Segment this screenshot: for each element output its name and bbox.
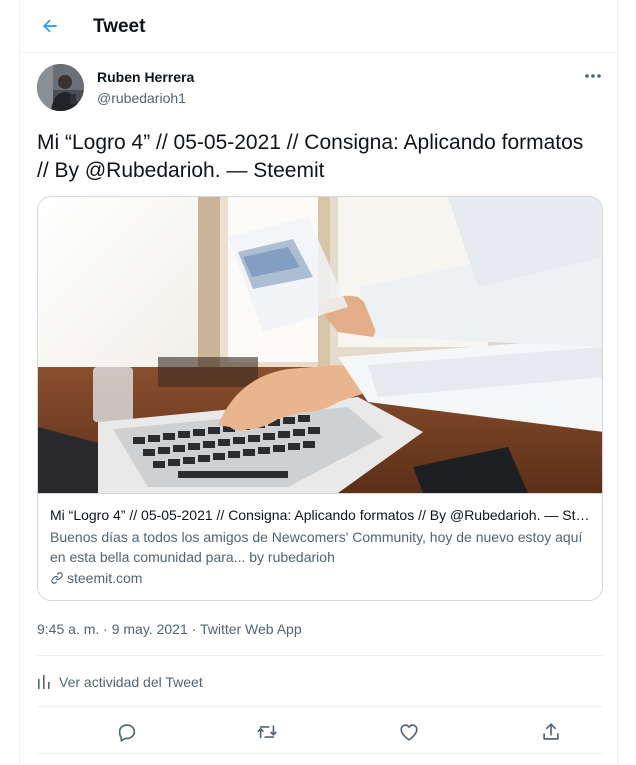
arrow-left-icon (43, 19, 57, 33)
divider (37, 706, 603, 707)
more-options-button[interactable] (582, 66, 604, 86)
tweet-column: Tweet Ruben Herrera @rubedarioh1 Mi “Log… (19, 0, 618, 765)
meta-separator: · (103, 621, 108, 637)
card-domain: steemit.com (50, 570, 142, 586)
tweet-text: Mi “Logro 4” // 05-05-2021 // Consigna: … (37, 131, 584, 182)
divider (37, 753, 603, 754)
retweet-icon (257, 725, 277, 739)
tweet-meta: 9:45 a. m. · 9 may. 2021 · Twitter Web A… (37, 621, 302, 637)
share-button[interactable] (538, 719, 564, 745)
tweet-date[interactable]: 9 may. 2021 (112, 621, 188, 637)
card-title: Mi “Logro 4” // 05-05-2021 // Consigna: … (50, 507, 590, 523)
back-button[interactable] (36, 12, 64, 40)
action-bar (37, 715, 603, 749)
page-title: Tweet (93, 16, 146, 37)
top-bar: Tweet (20, 0, 617, 53)
avatar[interactable] (37, 64, 84, 111)
link-icon (51, 572, 63, 584)
card-description: Buenos días a todos los amigos de Newcom… (50, 529, 583, 565)
view-activity-button[interactable]: Ver actividad del Tweet (37, 674, 203, 690)
tweet-time[interactable]: 9:45 a. m. (37, 621, 99, 637)
link-card[interactable]: Mi “Logro 4” // 05-05-2021 // Consigna: … (37, 196, 603, 601)
card-body: Mi “Logro 4” // 05-05-2021 // Consigna: … (38, 493, 602, 600)
card-domain-text: steemit.com (67, 570, 143, 586)
reply-icon (118, 724, 136, 742)
view-activity-label: Ver actividad del Tweet (59, 674, 203, 690)
share-icon (543, 723, 559, 740)
reply-button[interactable] (114, 719, 140, 745)
like-icon (400, 724, 418, 741)
meta-separator: · (191, 621, 197, 637)
author-name[interactable]: Ruben Herrera (97, 69, 194, 85)
tweet-source[interactable]: Twitter Web App (200, 621, 302, 637)
like-button[interactable] (396, 719, 422, 745)
more-dots-icon (585, 74, 601, 78)
retweet-button[interactable] (254, 719, 280, 745)
card-image (38, 197, 602, 493)
author-handle[interactable]: @rubedarioh1 (97, 90, 186, 106)
divider (37, 655, 603, 656)
analytics-icon (38, 675, 50, 689)
